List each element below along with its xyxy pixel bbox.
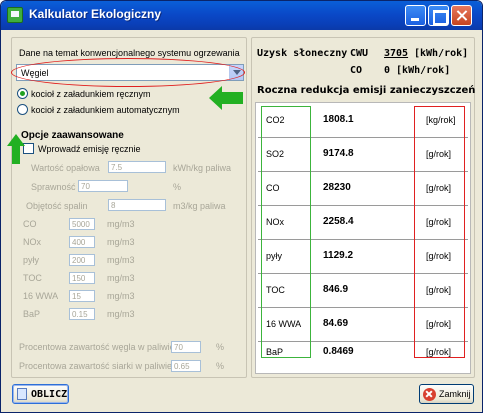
emission-label: NOx — [23, 237, 41, 247]
radio-manual-label: kocioł z załadunkiem ręcznym — [31, 89, 151, 99]
field-unit: kWh/kg paliwa — [173, 163, 232, 173]
emission-unit: mg/m3 — [107, 237, 135, 247]
close-window-button[interactable] — [451, 5, 472, 26]
system-label: Dane na temat konwencjonalnego systemu o… — [19, 48, 240, 58]
calculator-icon — [17, 388, 27, 400]
carbon-content-label: Procentowa zawartość węgla w paliwie — [19, 342, 175, 352]
carbon-content-unit: % — [216, 342, 225, 352]
app-icon — [7, 7, 23, 23]
emission-nox-input[interactable]: 400 — [69, 236, 95, 248]
fuel-select[interactable]: Węgiel — [16, 64, 244, 81]
calculator-window: Kalkulator Ekologiczny Dane na temat kon… — [0, 0, 483, 413]
cwu-value: 3705 — [384, 48, 409, 59]
radio-manual-boiler[interactable] — [17, 88, 28, 99]
pollutant-value: 0.8469 — [323, 346, 354, 357]
radio-auto-label: kocioł z załadunkiem automatycznym — [31, 105, 180, 115]
maximize-button[interactable] — [428, 5, 449, 26]
emission-label: CO — [23, 219, 37, 229]
sulfur-content-label: Procentowa zawartość siarki w paliwie — [19, 361, 173, 371]
close-button-label: Zamknij — [439, 389, 471, 399]
sulfur-content-input[interactable]: 0.65 — [171, 360, 201, 372]
manual-emission-label: Wprowadź emisję ręcznie — [38, 144, 141, 154]
co-heating-label: CO — [350, 65, 363, 76]
flue-gas-volume-input[interactable]: 8 — [108, 199, 166, 211]
pollutant-value: 1129.2 — [323, 250, 354, 261]
emission-label: TOC — [23, 273, 42, 283]
minimize-button[interactable] — [405, 5, 426, 26]
emission-toc-input[interactable]: 150 — [69, 272, 95, 284]
solar-gain-title: Uzysk słoneczny — [257, 48, 348, 59]
close-icon — [423, 388, 436, 401]
radio-auto-boiler[interactable] — [17, 104, 28, 115]
emission-bap-input[interactable]: 0.15 — [69, 308, 95, 320]
calculate-button-label: OBLICZ — [31, 389, 68, 400]
green-arrow-left-icon — [209, 86, 243, 110]
pollutant-value: 2258.4 — [323, 216, 354, 227]
emission-unit: mg/m3 — [107, 291, 135, 301]
advanced-options-title: Opcje zaawansowane — [21, 130, 124, 141]
highlight-green-box — [261, 106, 311, 358]
field-label: Objętość spalin — [26, 201, 88, 211]
emission-wwa-input[interactable]: 15 — [69, 290, 95, 302]
close-button[interactable]: Zamknij — [419, 384, 474, 404]
boiler-efficiency-input[interactable]: 70 — [78, 180, 128, 192]
emission-dust-input[interactable]: 200 — [69, 254, 95, 266]
fuel-select-value: Węgiel — [21, 68, 49, 78]
highlight-red-box — [414, 106, 465, 358]
field-unit: m3/kg paliwa — [173, 201, 226, 211]
cwu-unit: [kWh/rok] — [414, 48, 469, 59]
field-label: Wartość opałowa — [31, 163, 100, 173]
calculate-button[interactable]: OBLICZ — [12, 384, 69, 404]
emission-unit: mg/m3 — [107, 273, 135, 283]
window-title: Kalkulator Ekologiczny — [29, 7, 162, 21]
calorific-value-input[interactable]: 7.5 — [108, 161, 166, 173]
emission-label: pyły — [23, 255, 40, 265]
emission-unit: mg/m3 — [107, 219, 135, 229]
emission-unit: mg/m3 — [107, 255, 135, 265]
emission-label: BaP — [23, 309, 41, 319]
field-unit: % — [173, 182, 182, 192]
pollutant-value: 28230 — [323, 182, 351, 193]
carbon-content-input[interactable]: 70 — [171, 341, 201, 353]
emission-co-input[interactable]: 5000 — [69, 218, 95, 230]
title-bar[interactable]: Kalkulator Ekologiczny — [1, 1, 482, 30]
green-arrow-up-icon — [7, 134, 25, 164]
pollutant-value: 1808.1 — [323, 114, 354, 125]
pollutant-value: 84.69 — [323, 318, 349, 329]
cwu-label: CWU — [350, 48, 369, 59]
pollutant-value: 9174.8 — [323, 148, 354, 159]
emission-unit: mg/m3 — [107, 309, 135, 319]
co-heating-value: 0 [kWh/rok] — [384, 65, 451, 76]
sulfur-content-unit: % — [216, 361, 225, 371]
reduction-title: Roczna redukcja emisji zanieczyszczeń — [257, 85, 476, 96]
chevron-down-icon[interactable] — [229, 65, 243, 80]
pollutant-value: 846.9 — [323, 284, 349, 295]
emission-label: 16 WWA — [23, 291, 59, 301]
